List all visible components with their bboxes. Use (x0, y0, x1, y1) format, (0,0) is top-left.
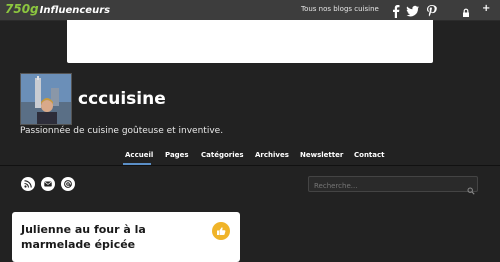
nav-item-contact[interactable]: Contact (354, 151, 385, 159)
nav-item-pages[interactable]: Pages (165, 151, 189, 159)
brand-name: Influenceurs (39, 5, 111, 16)
nav-item-archives[interactable]: Archives (255, 151, 289, 159)
site-title[interactable]: cccuisine (78, 89, 166, 109)
site-tagline: Passionnée de cuisine goûteuse et invent… (20, 126, 224, 136)
like-icon[interactable] (212, 222, 230, 240)
brand-logo[interactable]: 750gInfluenceurs (5, 2, 110, 16)
top-bar: 750gInfluenceurs Tous nos blogs cuisine … (0, 0, 500, 21)
twitter-icon[interactable] (406, 3, 420, 17)
nav-active-indicator (123, 163, 151, 165)
avatar[interactable] (20, 73, 72, 125)
main-nav: Accueil Pages Catégories Archives Newsle… (0, 151, 500, 163)
pinterest-icon[interactable] (425, 3, 439, 17)
nav-item-accueil[interactable]: Accueil (125, 151, 153, 159)
main-nav-bar: Accueil Pages Catégories Archives Newsle… (0, 141, 500, 166)
nav-item-newsletter[interactable]: Newsletter (300, 151, 343, 159)
facebook-icon[interactable] (389, 3, 403, 18)
rss-icon[interactable] (21, 177, 35, 191)
plus-icon[interactable]: + (482, 3, 490, 14)
post-title[interactable]: Julienne au four à la marmelade épicée (21, 222, 201, 252)
post-card[interactable]: Julienne au four à la marmelade épicée (12, 212, 240, 262)
at-icon[interactable] (61, 177, 75, 191)
nav-item-categories[interactable]: Catégories (201, 151, 244, 159)
all-blogs-link[interactable]: Tous nos blogs cuisine (301, 5, 379, 13)
lock-icon[interactable] (460, 4, 472, 17)
brand-number: 750g (5, 2, 39, 16)
ad-banner[interactable] (67, 20, 433, 63)
search-icon[interactable] (467, 180, 475, 195)
search-input[interactable] (308, 176, 478, 192)
email-icon[interactable] (41, 177, 55, 191)
